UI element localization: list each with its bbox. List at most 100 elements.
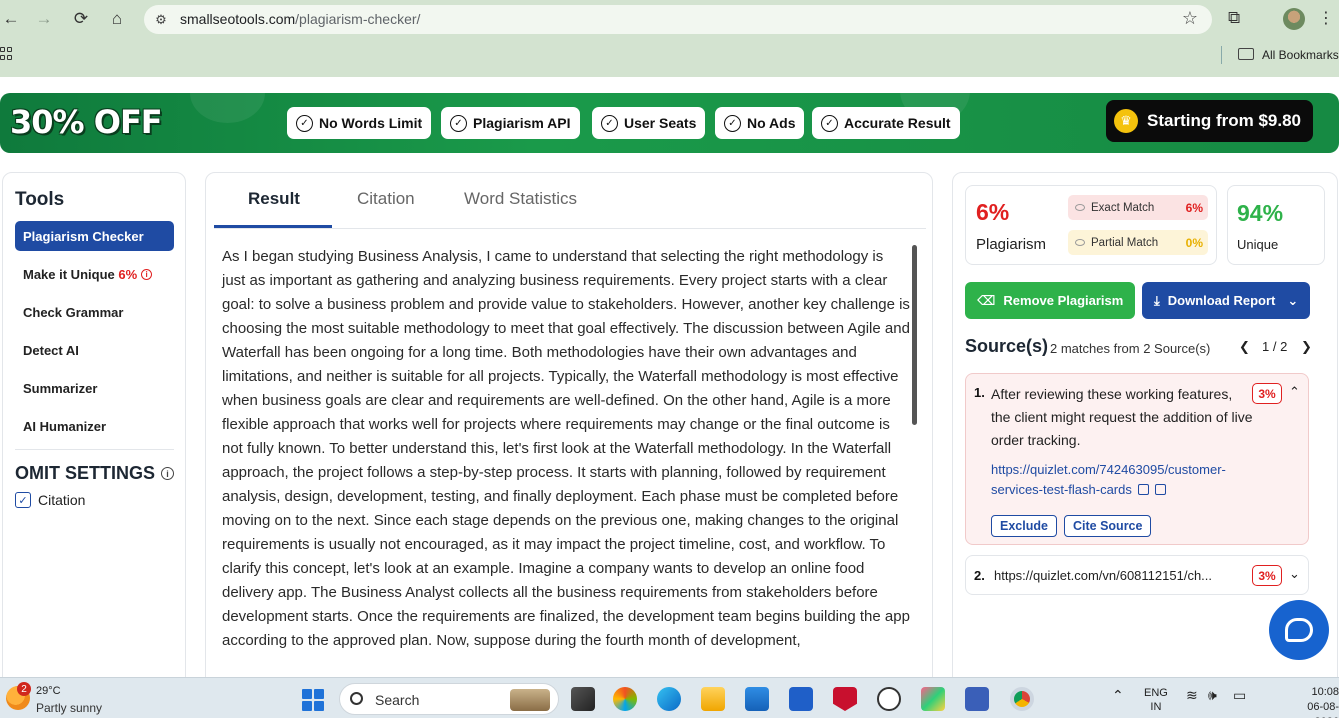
app-icon[interactable] bbox=[921, 687, 945, 711]
language-indicator[interactable]: ENG IN bbox=[1144, 686, 1168, 714]
chevron-up-icon[interactable]: ⌃ bbox=[1112, 687, 1124, 704]
citation-option[interactable]: ✓ Citation bbox=[15, 492, 85, 508]
emoji-icon[interactable] bbox=[877, 687, 901, 711]
source-url[interactable]: https://quizlet.com/742463095/customer-s… bbox=[991, 462, 1226, 497]
forward-arrow-icon[interactable]: → bbox=[33, 8, 55, 30]
url-domain: smallseotools.com bbox=[180, 11, 296, 27]
url-path: /plagiarism-checker/ bbox=[295, 11, 421, 27]
sidebar-item-ai-humanizer[interactable]: AI Humanizer bbox=[15, 411, 174, 441]
task-view-icon[interactable] bbox=[571, 687, 595, 711]
partial-match-label: Partial Match bbox=[1091, 236, 1159, 249]
source-url[interactable]: https://quizlet.com/vn/608112151/ch... bbox=[994, 568, 1212, 583]
tools-title: Tools bbox=[15, 189, 65, 210]
store-icon[interactable] bbox=[745, 687, 769, 711]
weather-description[interactable]: Partly sunny bbox=[36, 701, 102, 715]
cite-source-button[interactable]: Cite Source bbox=[1064, 515, 1152, 537]
taskbar-search[interactable]: Search bbox=[339, 683, 559, 715]
battery-icon[interactable]: ▭ bbox=[1233, 687, 1246, 704]
sidebar-item-plagiarism-checker[interactable]: Plagiarism Checker bbox=[15, 221, 174, 251]
promo-banner[interactable]: 30% OFF ✓ No Words Limit ✓ Plagiarism API … bbox=[0, 93, 1339, 153]
plagiarism-label: Plagiarism bbox=[976, 236, 1047, 253]
url-text[interactable]: smallseotools.com/plagiarism-checker/ bbox=[180, 11, 420, 27]
tools-sidebar: Tools Plagiarism Checker Make it Unique … bbox=[2, 172, 186, 692]
browser-chrome: ← → ⟳ ⌂ ⚙ smallseotools.com/plagiarism-c… bbox=[0, 0, 1339, 77]
unique-percentage: 94% bbox=[1237, 200, 1284, 226]
feature-chip: ✓ User Seats bbox=[592, 107, 706, 139]
tab-result[interactable]: Result bbox=[248, 189, 300, 209]
weather-temp[interactable]: 29°C bbox=[36, 685, 61, 697]
info-icon[interactable]: i bbox=[161, 467, 175, 480]
feature-label: No Ads bbox=[747, 115, 796, 131]
file-explorer-icon[interactable] bbox=[701, 687, 725, 711]
bookmark-star-icon[interactable]: ☆ bbox=[1182, 8, 1198, 29]
windows-start-icon[interactable] bbox=[302, 689, 324, 711]
chevron-up-icon[interactable]: ⌃ bbox=[1289, 384, 1300, 400]
sidebar-item-check-grammar[interactable]: Check Grammar bbox=[15, 297, 174, 327]
result-text: As I began studying Business Analysis, I… bbox=[222, 248, 910, 649]
address-bar[interactable]: ⚙ smallseotools.com/plagiarism-checker/ … bbox=[144, 5, 1212, 34]
source-number: 1. bbox=[974, 385, 985, 400]
all-bookmarks-link[interactable]: All Bookmarks bbox=[1262, 48, 1339, 62]
chat-widget-button[interactable] bbox=[1269, 600, 1329, 660]
sidebar-item-summarizer[interactable]: Summarizer bbox=[15, 373, 174, 403]
profile-avatar[interactable] bbox=[1283, 8, 1305, 30]
feature-label: Plagiarism API bbox=[473, 115, 571, 131]
app-icon[interactable] bbox=[965, 687, 989, 711]
chevron-down-icon[interactable]: ⌄ bbox=[1289, 566, 1300, 582]
chevron-right-icon[interactable]: ❯ bbox=[1301, 339, 1312, 355]
discount-label: 30% OFF bbox=[10, 103, 163, 141]
unique-box: 94% Unique bbox=[1227, 185, 1325, 265]
download-icon: ⤓ bbox=[1154, 292, 1160, 308]
weather-badge: 2 bbox=[17, 682, 31, 696]
mcafee-icon[interactable] bbox=[833, 687, 857, 711]
feature-chip: ✓ No Words Limit bbox=[287, 107, 432, 139]
pricing-button[interactable]: ♛ Starting from $9.80 bbox=[1106, 100, 1313, 142]
tab-word-statistics[interactable]: Word Statistics bbox=[464, 189, 577, 209]
check-circle-icon: ✓ bbox=[450, 114, 467, 132]
sidebar-item-make-it-unique[interactable]: Make it Unique 6% i bbox=[15, 259, 174, 289]
source-link[interactable]: https://quizlet.com/742463095/customer-s… bbox=[991, 460, 1261, 500]
home-icon[interactable]: ⌂ bbox=[106, 8, 128, 30]
plagiarism-box: 6% Plagiarism Exact Match 6% Partial Mat… bbox=[965, 185, 1217, 265]
scrollbar[interactable] bbox=[912, 245, 917, 425]
reload-icon[interactable]: ⟳ bbox=[70, 8, 92, 30]
source-item[interactable]: 2. https://quizlet.com/vn/608112151/ch..… bbox=[965, 555, 1309, 595]
volume-icon[interactable]: 🕪 bbox=[1208, 687, 1217, 704]
download-report-button[interactable]: ⤓ Download Report ⌄ bbox=[1142, 282, 1310, 319]
citation-checkbox[interactable]: ✓ bbox=[15, 492, 31, 508]
taskbar: 2 29°C Partly sunny Search ⌃ ENG IN ≋ 🕪 ▭… bbox=[0, 677, 1339, 718]
extensions-icon[interactable]: ⧉ bbox=[1228, 8, 1240, 28]
copilot-icon[interactable] bbox=[613, 687, 637, 711]
bookmark-separator bbox=[1221, 46, 1222, 64]
clock[interactable]: 10:08 06-08-2026 bbox=[1298, 685, 1339, 718]
back-arrow-icon[interactable]: ← bbox=[0, 8, 22, 30]
partial-match-row[interactable]: Partial Match 0% bbox=[1068, 230, 1208, 255]
edge-icon[interactable] bbox=[657, 687, 681, 711]
feature-label: User Seats bbox=[624, 115, 697, 131]
folder-icon[interactable] bbox=[1238, 48, 1254, 60]
menu-dots-icon[interactable]: ⋮ bbox=[1318, 8, 1334, 28]
chrome-icon[interactable] bbox=[1010, 687, 1034, 711]
tab-citation[interactable]: Citation bbox=[357, 189, 415, 209]
check-circle-icon: ✓ bbox=[296, 114, 313, 132]
sidebar-item-detect-ai[interactable]: Detect AI bbox=[15, 335, 174, 365]
site-settings-icon[interactable]: ⚙ bbox=[152, 11, 170, 29]
copy-icon[interactable] bbox=[1154, 484, 1166, 495]
wifi-icon[interactable]: ≋ bbox=[1186, 687, 1198, 704]
exclude-button[interactable]: Exclude bbox=[991, 515, 1057, 537]
app-icon[interactable] bbox=[789, 687, 813, 711]
exact-match-row[interactable]: Exact Match 6% bbox=[1068, 195, 1208, 220]
sidebar-item-label: AI Humanizer bbox=[23, 418, 107, 434]
remove-plagiarism-button[interactable]: ⌫ Remove Plagiarism bbox=[965, 282, 1135, 319]
divider bbox=[15, 449, 174, 450]
crown-icon: ♛ bbox=[1114, 109, 1138, 133]
plagiarism-percentage: 6% bbox=[976, 199, 1010, 225]
apps-grid-icon[interactable] bbox=[0, 47, 14, 61]
chevron-down-icon: ⌄ bbox=[1287, 292, 1299, 308]
remove-plagiarism-label: Remove Plagiarism bbox=[1003, 293, 1124, 308]
omit-settings-title: OMIT SETTINGS i bbox=[15, 463, 175, 484]
chevron-left-icon[interactable]: ❮ bbox=[1239, 339, 1250, 355]
source-item[interactable]: 1. After reviewing these working feature… bbox=[965, 373, 1309, 545]
region-code: IN bbox=[1150, 701, 1162, 713]
external-link-icon[interactable] bbox=[1137, 484, 1149, 495]
